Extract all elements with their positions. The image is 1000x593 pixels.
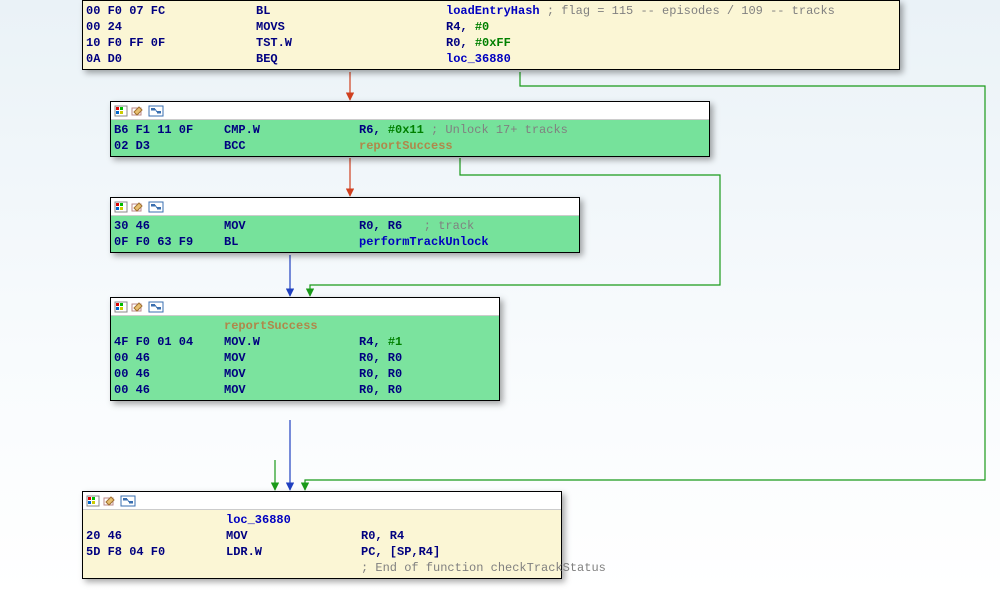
operands: PC, [SP,R4] xyxy=(361,544,561,560)
operands: R0, R6 ; track xyxy=(359,218,579,234)
disasm-block-4[interactable]: reportSuccess 4F F0 01 04MOV.WR4, #100 4… xyxy=(110,297,500,401)
block-titlebar xyxy=(111,102,709,120)
hex-bytes: 0A D0 xyxy=(86,51,256,67)
asm-row[interactable]: 10 F0 FF 0FTST.WR0, #0xFF xyxy=(83,35,899,51)
hex-bytes: 0F F0 63 F9 xyxy=(114,234,224,250)
operands: R0, #0xFF xyxy=(446,35,899,51)
asm-row[interactable]: 02 D3BCCreportSuccess xyxy=(111,138,709,154)
block-titlebar xyxy=(111,298,499,316)
block-body: B6 F1 11 0FCMP.WR6, #0x11 ; Unlock 17+ t… xyxy=(111,120,709,156)
graph-icon xyxy=(120,495,136,507)
operands: R0, R4 xyxy=(361,528,561,544)
mnemonic: MOV xyxy=(224,366,359,382)
operands: R0, R0 xyxy=(359,350,499,366)
mnemonic: BL xyxy=(224,234,359,250)
block-label: reportSuccess xyxy=(224,318,359,334)
mnemonic: TST.W xyxy=(256,35,446,51)
hex-bytes: 02 D3 xyxy=(114,138,224,154)
label-row: reportSuccess xyxy=(111,318,499,334)
asm-row[interactable]: 00 46MOVR0, R0 xyxy=(111,382,499,398)
block-body: reportSuccess 4F F0 01 04MOV.WR4, #100 4… xyxy=(111,316,499,400)
hex-bytes: 00 24 xyxy=(86,19,256,35)
mnemonic: BL xyxy=(256,3,446,19)
operands: R4, #1 xyxy=(359,334,499,350)
mnemonic: MOV xyxy=(224,218,359,234)
color-icon xyxy=(114,301,128,313)
block-body: 00 F0 07 FCBLloadEntryHash ; flag = 115 … xyxy=(83,1,899,69)
operands: R4, #0 xyxy=(446,19,899,35)
asm-row[interactable]: 00 F0 07 FCBLloadEntryHash ; flag = 115 … xyxy=(83,3,899,19)
operands: R0, R0 xyxy=(359,366,499,382)
asm-row[interactable]: 4F F0 01 04MOV.WR4, #1 xyxy=(111,334,499,350)
hex-bytes: 30 46 xyxy=(114,218,224,234)
edit-icon xyxy=(131,201,145,213)
graph-icon xyxy=(148,201,164,213)
color-icon xyxy=(114,105,128,117)
hex-bytes: B6 F1 11 0F xyxy=(114,122,224,138)
asm-row[interactable]: 00 24MOVSR4, #0 xyxy=(83,19,899,35)
color-icon xyxy=(86,495,100,507)
asm-row[interactable]: B6 F1 11 0FCMP.WR6, #0x11 ; Unlock 17+ t… xyxy=(111,122,709,138)
hex-bytes: 10 F0 FF 0F xyxy=(86,35,256,51)
mnemonic: CMP.W xyxy=(224,122,359,138)
disasm-block-2[interactable]: B6 F1 11 0FCMP.WR6, #0x11 ; Unlock 17+ t… xyxy=(110,101,710,157)
label-row: loc_36880 xyxy=(83,512,561,528)
operands: loc_36880 xyxy=(446,51,899,67)
operands: loadEntryHash ; flag = 115 -- episodes /… xyxy=(446,3,899,19)
block-titlebar xyxy=(111,198,579,216)
block-label: loc_36880 xyxy=(226,512,361,528)
operands: performTrackUnlock xyxy=(359,234,579,250)
mnemonic: MOV xyxy=(224,350,359,366)
block-body: loc_36880 20 46MOVR0, R45D F8 04 F0LDR.W… xyxy=(83,510,561,578)
disasm-block-5[interactable]: loc_36880 20 46MOVR0, R45D F8 04 F0LDR.W… xyxy=(82,491,562,579)
asm-row[interactable]: 0A D0BEQloc_36880 xyxy=(83,51,899,67)
hex-bytes: 4F F0 01 04 xyxy=(114,334,224,350)
asm-row[interactable]: 5D F8 04 F0LDR.WPC, [SP,R4] xyxy=(83,544,561,560)
mnemonic: BEQ xyxy=(256,51,446,67)
block-body: 30 46MOVR0, R6 ; track0F F0 63 F9BLperfo… xyxy=(111,216,579,252)
mnemonic: MOV xyxy=(226,528,361,544)
disasm-block-1[interactable]: 00 F0 07 FCBLloadEntryHash ; flag = 115 … xyxy=(82,0,900,70)
operands: R0, R0 xyxy=(359,382,499,398)
end-comment-row: ; End of function checkTrackStatus xyxy=(83,560,561,576)
edit-icon xyxy=(131,105,145,117)
mnemonic: MOVS xyxy=(256,19,446,35)
asm-row[interactable]: 30 46MOVR0, R6 ; track xyxy=(111,218,579,234)
hex-bytes: 00 46 xyxy=(114,366,224,382)
hex-bytes: 20 46 xyxy=(86,528,226,544)
asm-row[interactable]: 00 46MOVR0, R0 xyxy=(111,350,499,366)
edit-icon xyxy=(131,301,145,313)
disasm-block-3[interactable]: 30 46MOVR0, R6 ; track0F F0 63 F9BLperfo… xyxy=(110,197,580,253)
hex-bytes: 00 F0 07 FC xyxy=(86,3,256,19)
hex-bytes: 5D F8 04 F0 xyxy=(86,544,226,560)
operands: reportSuccess xyxy=(359,138,709,154)
asm-row[interactable]: 00 46MOVR0, R0 xyxy=(111,366,499,382)
mnemonic: MOV xyxy=(224,382,359,398)
hex-bytes: 00 46 xyxy=(114,350,224,366)
operands: R6, #0x11 ; Unlock 17+ tracks xyxy=(359,122,709,138)
asm-row[interactable]: 20 46MOVR0, R4 xyxy=(83,528,561,544)
graph-icon xyxy=(148,105,164,117)
asm-row[interactable]: 0F F0 63 F9BLperformTrackUnlock xyxy=(111,234,579,250)
mnemonic: LDR.W xyxy=(226,544,361,560)
color-icon xyxy=(114,201,128,213)
block-titlebar xyxy=(83,492,561,510)
mnemonic: BCC xyxy=(224,138,359,154)
mnemonic: MOV.W xyxy=(224,334,359,350)
edit-icon xyxy=(103,495,117,507)
graph-icon xyxy=(148,301,164,313)
hex-bytes: 00 46 xyxy=(114,382,224,398)
